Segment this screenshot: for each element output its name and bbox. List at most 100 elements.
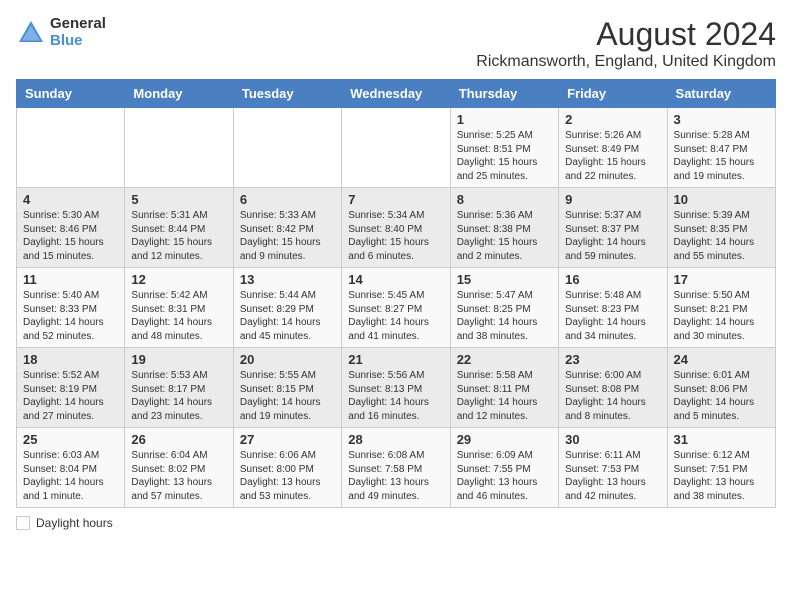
day-number: 2 — [565, 112, 660, 127]
cell-content: Sunrise: 5:47 AMSunset: 8:25 PMDaylight:… — [457, 289, 552, 343]
calendar-week-4: 18Sunrise: 5:52 AMSunset: 8:19 PMDayligh… — [17, 348, 776, 428]
sunset-text: Sunset: 8:13 PM — [348, 384, 422, 395]
sunset-text: Sunset: 8:38 PM — [457, 224, 531, 235]
cell-content: Sunrise: 6:08 AMSunset: 7:58 PMDaylight:… — [348, 449, 443, 503]
calendar-cell: 14Sunrise: 5:45 AMSunset: 8:27 PMDayligh… — [342, 268, 450, 348]
calendar-cell: 26Sunrise: 6:04 AMSunset: 8:02 PMDayligh… — [125, 428, 233, 508]
col-header-friday: Friday — [559, 80, 667, 108]
calendar-cell: 25Sunrise: 6:03 AMSunset: 8:04 PMDayligh… — [17, 428, 125, 508]
sunset-text: Sunset: 8:06 PM — [674, 384, 748, 395]
day-number: 15 — [457, 272, 552, 287]
calendar-cell: 27Sunrise: 6:06 AMSunset: 8:00 PMDayligh… — [233, 428, 341, 508]
sunset-text: Sunset: 8:17 PM — [131, 384, 205, 395]
calendar-week-5: 25Sunrise: 6:03 AMSunset: 8:04 PMDayligh… — [17, 428, 776, 508]
calendar-cell: 2Sunrise: 5:26 AMSunset: 8:49 PMDaylight… — [559, 108, 667, 188]
calendar-cell: 7Sunrise: 5:34 AMSunset: 8:40 PMDaylight… — [342, 188, 450, 268]
calendar-cell — [342, 108, 450, 188]
sunset-text: Sunset: 8:29 PM — [240, 304, 314, 315]
day-number: 4 — [23, 192, 118, 207]
sunrise-text: Sunrise: 6:01 AM — [674, 370, 750, 381]
daylight-text: Daylight: 14 hours and 27 minutes. — [23, 397, 104, 422]
col-header-sunday: Sunday — [17, 80, 125, 108]
calendar-cell: 16 Sunrise: 5:48 AMSunset: 8:23 PMDayligh… — [559, 268, 667, 348]
day-number: 16 — [565, 272, 660, 287]
day-number: 11 — [23, 272, 118, 287]
calendar-cell: 19Sunrise: 5:53 AMSunset: 8:17 PMDayligh… — [125, 348, 233, 428]
cell-content: Sunrise: 6:03 AMSunset: 8:04 PMDaylight:… — [23, 449, 118, 503]
day-number: 21 — [348, 352, 443, 367]
calendar-cell: 24 Sunrise: 6:01 AM Sunset: 8:06 PM Dayligh… — [667, 348, 775, 428]
sunrise-text: Sunrise: 5:53 AM — [131, 370, 207, 381]
sunrise-text: Sunrise: 6:04 AM — [131, 450, 207, 461]
day-number: 8 — [457, 192, 552, 207]
cell-content: Sunrise: 5:48 AMSunset: 8:23 PMDaylight:… — [565, 289, 660, 343]
sunset-text: Sunset: 7:58 PM — [348, 464, 422, 475]
sunset-text: Sunset: 7:55 PM — [457, 464, 531, 475]
daylight-text: Daylight: 13 hours and 57 minutes. — [131, 477, 212, 502]
sunrise-text: Sunrise: 5:56 AM — [348, 370, 424, 381]
sunset-text: Sunset: 8:23 PM — [565, 304, 639, 315]
calendar-table: SundayMondayTuesdayWednesdayThursdayFrid… — [16, 79, 776, 508]
daylight-text: Daylight: 13 hours and 38 minutes. — [674, 477, 755, 502]
calendar-cell: 3Sunrise: 5:28 AMSunset: 8:47 PMDaylight… — [667, 108, 775, 188]
calendar-cell: 11Sunrise: 5:40 AMSunset: 8:33 PMDayligh… — [17, 268, 125, 348]
day-number: 31 — [674, 432, 769, 447]
sunrise-text: Sunrise: 5:33 AM — [240, 210, 316, 221]
sunrise-text: Sunrise: 5:50 AM — [674, 290, 750, 301]
day-number: 10 — [674, 192, 769, 207]
daylight-text: Daylight: 14 hours and 55 minutes. — [674, 237, 755, 262]
day-number: 17 — [674, 272, 769, 287]
cell-content: Sunrise: 6:00 AMSunset: 8:08 PMDaylight:… — [565, 369, 660, 423]
cell-content: Sunrise: 6:09 AMSunset: 7:55 PMDaylight:… — [457, 449, 552, 503]
sunset-text: Sunset: 8:08 PM — [565, 384, 639, 395]
daylight-text: Daylight: 13 hours and 49 minutes. — [348, 477, 429, 502]
daylight-text: Daylight: 14 hours and 59 minutes. — [565, 237, 646, 262]
daylight-text: Daylight: 14 hours and 16 minutes. — [348, 397, 429, 422]
sunrise-text: Sunrise: 5:44 AM — [240, 290, 316, 301]
sunrise-text: Sunrise: 5:26 AM — [565, 130, 641, 141]
calendar-week-1: 1Sunrise: 5:25 AMSunset: 8:51 PMDaylight… — [17, 108, 776, 188]
daylight-text: Daylight: 14 hours and 34 minutes. — [565, 317, 646, 342]
cell-content: Sunrise: 6:01 AM Sunset: 8:06 PM Daylight:… — [674, 369, 769, 423]
daylight-text: Daylight: 13 hours and 53 minutes. — [240, 477, 321, 502]
location: Rickmansworth, England, United Kingdom — [476, 53, 776, 71]
sunrise-text: Sunrise: 5:40 AM — [23, 290, 99, 301]
daylight-text: Daylight: 14 hours and 8 minutes. — [565, 397, 646, 422]
cell-content: Sunrise: 5:52 AMSunset: 8:19 PMDaylight:… — [23, 369, 118, 423]
day-number: 24 — [674, 352, 769, 367]
legend-daylight: Daylight hours — [16, 516, 113, 530]
sunrise-text: Sunrise: 6:12 AM — [674, 450, 750, 461]
calendar-cell: 21 Sunrise: 5:56 AM Sunset: 8:13 PM Dayligh… — [342, 348, 450, 428]
sunset-text: Sunset: 8:31 PM — [131, 304, 205, 315]
sunset-text: Sunset: 8:33 PM — [23, 304, 97, 315]
cell-content: Sunrise: 5:58 AMSunset: 8:11 PMDaylight:… — [457, 369, 552, 423]
sunrise-text: Sunrise: 6:03 AM — [23, 450, 99, 461]
sunrise-text: Sunrise: 5:28 AM — [674, 130, 750, 141]
sunrise-text: Sunrise: 5:36 AM — [457, 210, 533, 221]
sunset-text: Sunset: 8:47 PM — [674, 144, 748, 155]
col-header-tuesday: Tuesday — [233, 80, 341, 108]
daylight-text: Daylight: 15 hours and 25 minutes. — [457, 157, 538, 182]
sunset-text: Sunset: 8:40 PM — [348, 224, 422, 235]
day-number: 22 — [457, 352, 552, 367]
sunset-text: Sunset: 7:53 PM — [565, 464, 639, 475]
header: General Blue August 2024 Rickmansworth, … — [16, 16, 776, 71]
daylight-text: Daylight: 14 hours and 38 minutes. — [457, 317, 538, 342]
day-number: 29 — [457, 432, 552, 447]
day-number: 28 — [348, 432, 443, 447]
sunset-text: Sunset: 8:27 PM — [348, 304, 422, 315]
day-number: 13 — [240, 272, 335, 287]
daylight-text: Daylight: 14 hours and 19 minutes. — [240, 397, 321, 422]
calendar-cell: 15 Sunrise: 5:47 AMSunset: 8:25 PMDayligh… — [450, 268, 558, 348]
daylight-text: Daylight: 14 hours and 5 minutes. — [674, 397, 755, 422]
daylight-text: Daylight: 14 hours and 12 minutes. — [457, 397, 538, 422]
sunset-text: Sunset: 8:49 PM — [565, 144, 639, 155]
day-number: 3 — [674, 112, 769, 127]
calendar-cell — [17, 108, 125, 188]
cell-content: Sunrise: 5:44 AM Sunset: 8:29 PM Daylight:… — [240, 289, 335, 343]
cell-content: Sunrise: 5:53 AMSunset: 8:17 PMDaylight:… — [131, 369, 226, 423]
cell-content: Sunrise: 5:36 AMSunset: 8:38 PMDaylight:… — [457, 209, 552, 263]
sunset-text: Sunset: 8:42 PM — [240, 224, 314, 235]
daylight-text: Daylight: 14 hours and 45 minutes. — [240, 317, 321, 342]
day-number: 20 — [240, 352, 335, 367]
